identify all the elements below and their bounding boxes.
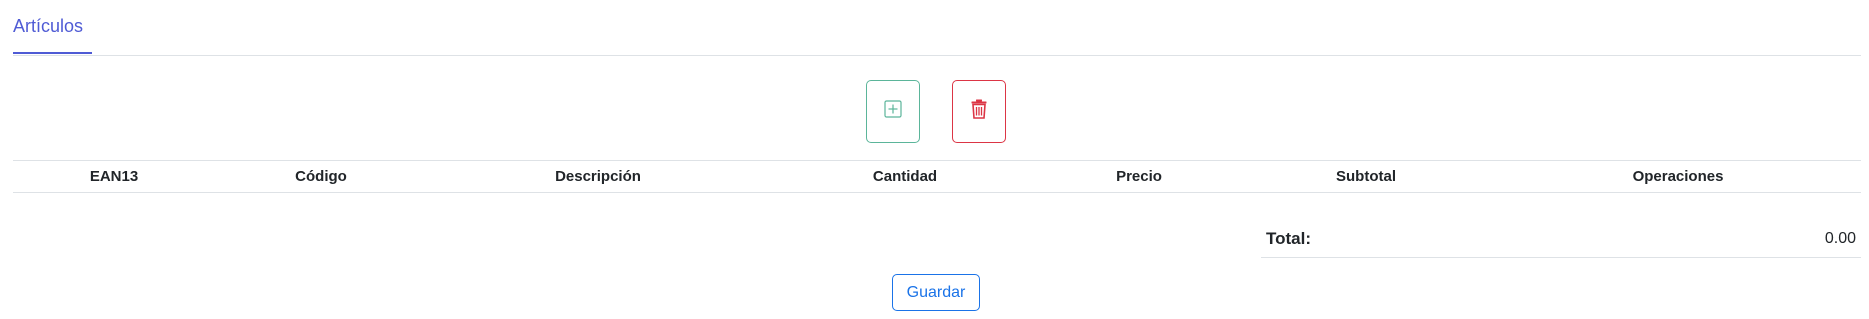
save-button[interactable]: Guardar bbox=[892, 274, 980, 311]
tab-bar: Artículos bbox=[13, 0, 1861, 56]
column-header-cantidad: Cantidad bbox=[872, 168, 938, 185]
add-row-button[interactable] bbox=[866, 80, 920, 143]
tab-label: Artículos bbox=[13, 15, 84, 36]
column-header-ean13: EAN13 bbox=[89, 168, 139, 185]
column-header-subtotal: Subtotal bbox=[1336, 168, 1396, 185]
page: Artículos EAN13 Código Descripción Canti… bbox=[0, 0, 1869, 319]
plus-square-icon bbox=[884, 100, 902, 123]
total-value: 0.00 bbox=[1824, 230, 1856, 247]
column-header-precio: Precio bbox=[1116, 168, 1162, 185]
totals-row: Total: 0.00 bbox=[1261, 225, 1861, 258]
column-header-descripcion: Descripción bbox=[555, 168, 641, 185]
total-label: Total: bbox=[1266, 229, 1312, 248]
column-header-operaciones: Operaciones bbox=[1632, 168, 1724, 185]
column-header-codigo: Código bbox=[295, 168, 347, 185]
tab-articulos[interactable]: Artículos bbox=[13, 0, 92, 54]
toolbar bbox=[866, 80, 1006, 143]
articles-table: EAN13 Código Descripción Cantidad Precio… bbox=[13, 160, 1861, 193]
delete-row-button[interactable] bbox=[952, 80, 1006, 143]
trash-icon bbox=[971, 99, 987, 124]
